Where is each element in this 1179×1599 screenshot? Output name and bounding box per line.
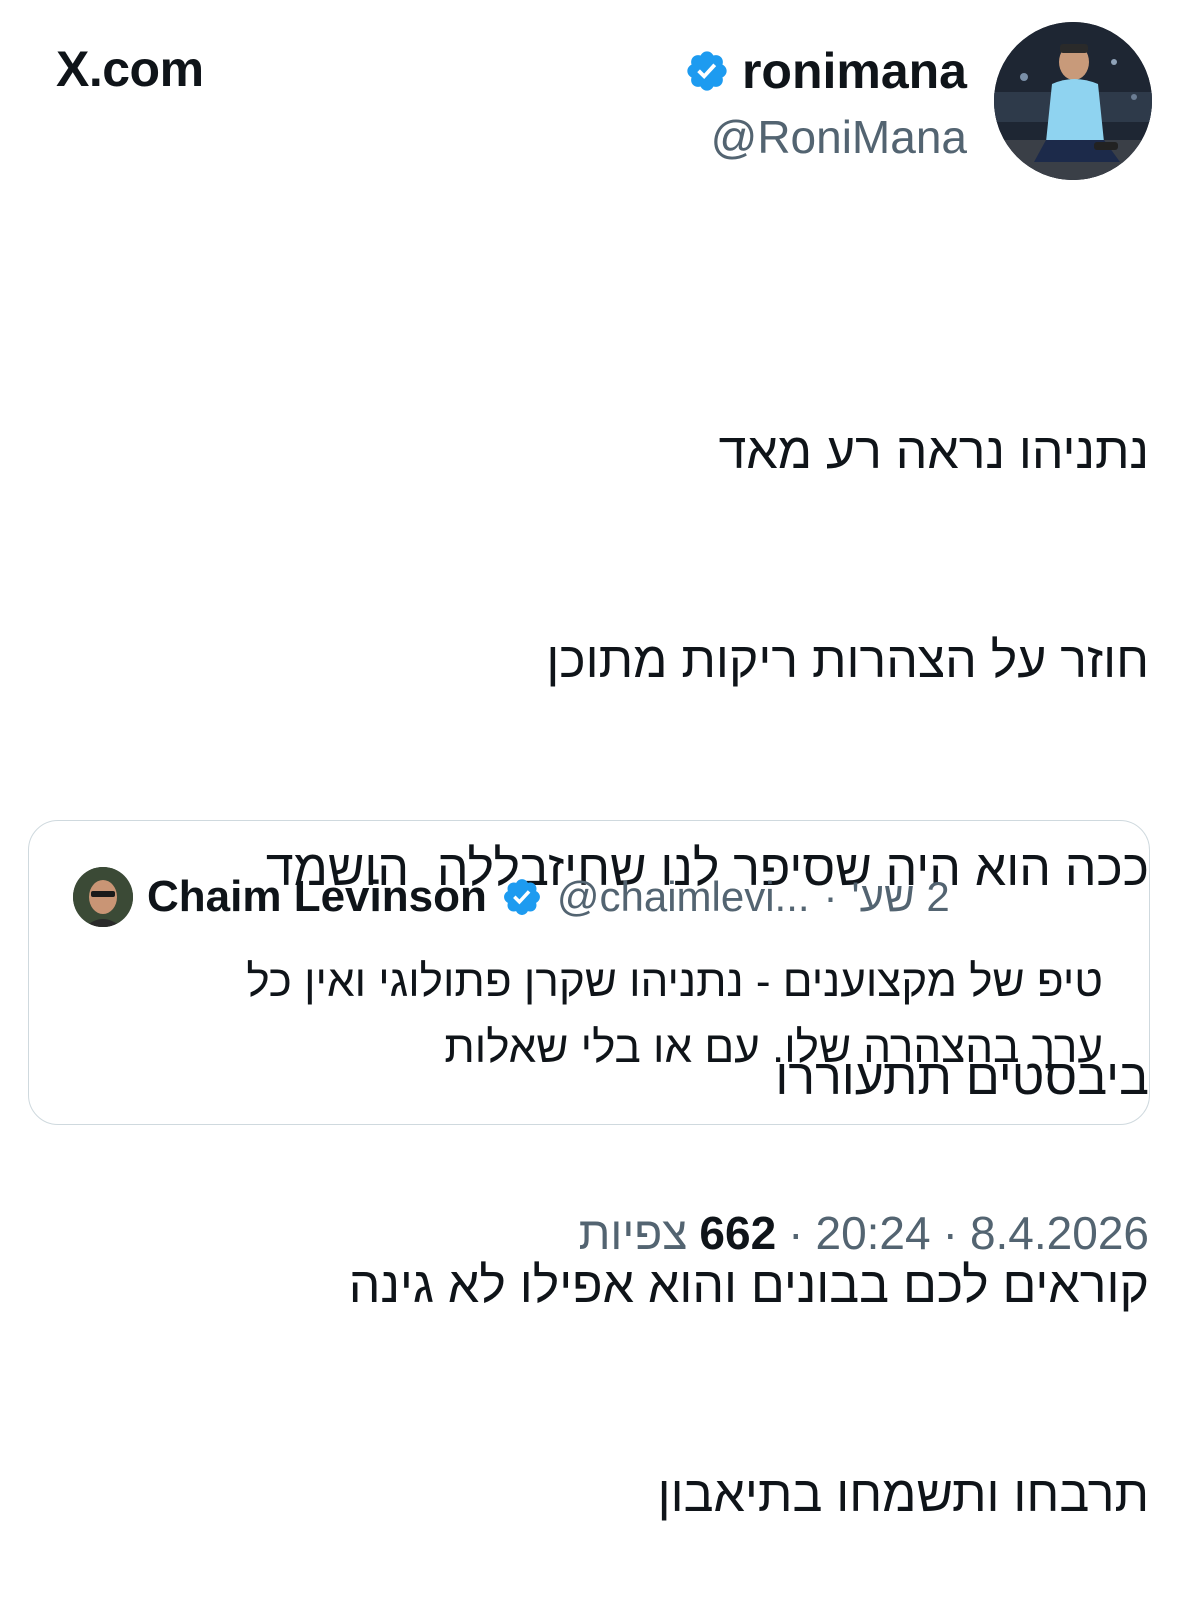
quoted-avatar-photo [73, 867, 133, 927]
author-avatar[interactable] [994, 22, 1152, 180]
tweet-line: קוראים לכם בבונים והוא אפילו לא גינה [348, 1257, 1149, 1313]
separator-dot: · [788, 1207, 804, 1259]
author-display-name[interactable]: ronimana [742, 40, 967, 102]
tweet-meta: צפיות 662 · 20:24 · 8.4.2026 [579, 1206, 1149, 1260]
quoted-tweet-body: טיפ של מקצוענים - נתניהו שקרן פתולוגי וא… [83, 949, 1103, 1081]
separator-dot: · [942, 1207, 958, 1259]
separator-dot: · [823, 873, 838, 920]
quoted-author-handle[interactable]: @chaimlevi... [557, 873, 810, 921]
author-handle[interactable]: @RoniMana [684, 108, 967, 166]
tweet-date[interactable]: 8.4.2026 [970, 1206, 1149, 1260]
tweet-time[interactable]: 20:24 [815, 1206, 930, 1260]
quoted-tweet-card[interactable]: Chaim Levinson @chaimlevi... · 2 שע' טיפ… [28, 820, 1150, 1125]
tweet-line: תרבחו ותשמחו בתיאבון [657, 1465, 1149, 1522]
quoted-tweet-line: טיפ של מקצוענים - נתניהו שקרן פתולוגי וא… [246, 957, 1103, 1006]
verified-badge-icon [503, 879, 540, 915]
views-count[interactable]: 662 [699, 1206, 776, 1260]
quoted-tweet-header: Chaim Levinson @chaimlevi... · 2 שע' [73, 865, 1113, 929]
quoted-tweet-line: ערך בהצהרה שלו. עם או בלי שאלות [444, 1023, 1103, 1072]
tweet-line: נתניהו נראה רע מאד [718, 423, 1149, 479]
author-avatar-photo [994, 22, 1152, 180]
quoted-author-name[interactable]: Chaim Levinson [147, 872, 487, 922]
quoted-tweet-time[interactable]: 2 שע' [852, 873, 950, 921]
verified-badge-icon [687, 51, 727, 91]
brand-logo: X.com [56, 41, 204, 97]
views-label: צפיות [578, 1207, 688, 1259]
quoted-author-avatar[interactable] [73, 867, 133, 927]
author-info: ronimana @RoniMana [684, 40, 967, 166]
tweet-line: חוזר על הצהרות ריקות מתוכן [546, 631, 1149, 688]
